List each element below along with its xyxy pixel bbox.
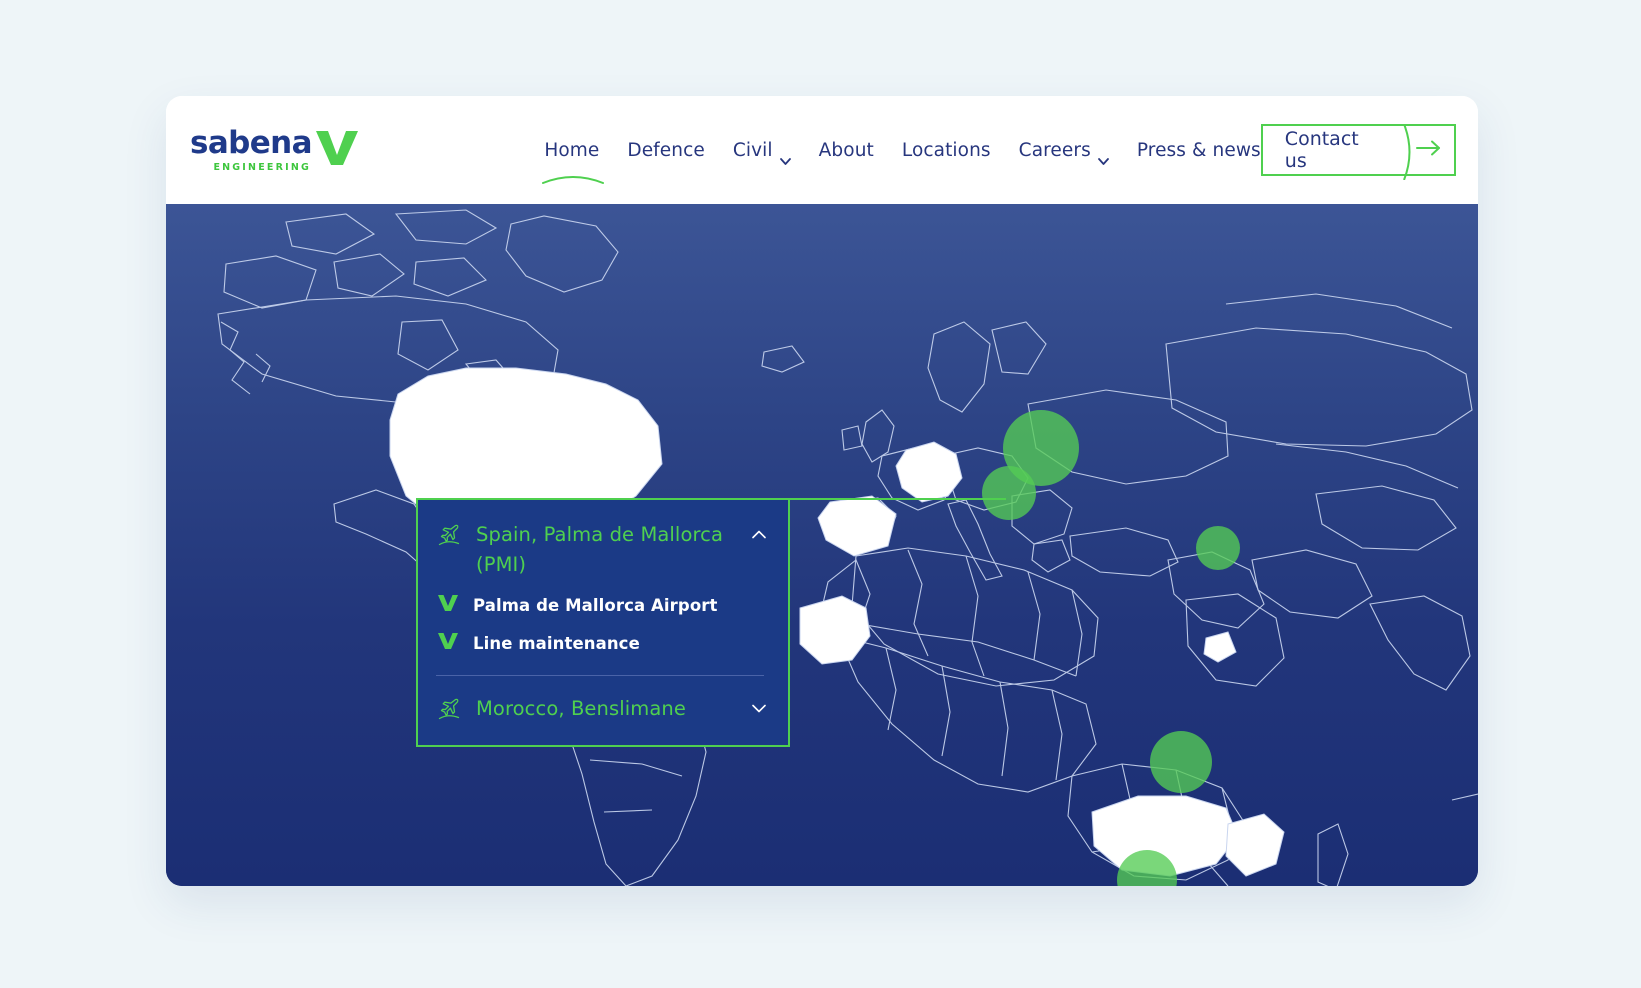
popup-divider [436, 675, 764, 677]
world-map[interactable]: Spain, Palma de Mallorca (PMI) Palma de … [166, 204, 1478, 886]
v-checkmark-icon [437, 594, 459, 617]
site-header: sabena ENGINEERING Home Defence Civil Ab… [166, 96, 1478, 204]
plane-departure-icon [436, 522, 462, 553]
nav-label: Civil [732, 139, 773, 161]
popup-detail-label: Line maintenance [473, 634, 640, 654]
arrow-right-icon [1415, 139, 1442, 162]
v-checkmark-icon [437, 632, 459, 655]
nav-label: Defence [627, 139, 705, 161]
plane-departure-icon [436, 696, 462, 727]
button-divider [1403, 123, 1417, 181]
chevron-up-icon[interactable] [752, 526, 766, 539]
nav-item-home[interactable]: Home [542, 139, 605, 184]
contact-us-label: Contact us [1260, 124, 1404, 176]
map-marker-egypt-middle-east[interactable] [1196, 526, 1240, 570]
nav-label: Press & news [1136, 139, 1261, 161]
nav-label: Careers [1018, 139, 1091, 161]
nav-item-locations[interactable]: Locations [902, 140, 991, 161]
nav-item-defence[interactable]: Defence [627, 140, 705, 161]
contact-us-arrow[interactable] [1403, 123, 1456, 181]
page-root: sabena ENGINEERING Home Defence Civil Ab… [0, 0, 1641, 988]
popup-detail-item: Line maintenance [436, 632, 766, 655]
nav-label: Locations [901, 139, 991, 161]
popup-location-title: Morocco, Benslimane [476, 697, 686, 721]
map-marker-central-africa[interactable] [1150, 731, 1212, 793]
nav-label: About [818, 139, 874, 161]
sabena-engineering-logo[interactable]: sabena ENGINEERING [190, 124, 362, 173]
chevron-down-icon [779, 149, 791, 165]
world-map-svg [166, 204, 1478, 886]
main-navigation: Home Defence Civil About Locations Caree… [542, 139, 1261, 184]
popup-location-spain-palma-de-mallorca[interactable]: Spain, Palma de Mallorca (PMI) [436, 520, 766, 579]
location-popup[interactable]: Spain, Palma de Mallorca (PMI) Palma de … [416, 498, 790, 748]
v-checkmark-icon [314, 129, 360, 172]
contact-us-button[interactable]: Contact us [1260, 123, 1456, 181]
nav-item-about[interactable]: About [819, 140, 874, 161]
logo-tagline: ENGINEERING [213, 161, 311, 173]
nav-item-civil[interactable]: Civil [732, 139, 791, 165]
website-card: sabena ENGINEERING Home Defence Civil Ab… [166, 96, 1478, 886]
popup-location-title: Spain, Palma de Mallorca (PMI) [476, 523, 724, 576]
nav-item-careers[interactable]: Careers [1018, 139, 1109, 165]
chevron-down-icon[interactable] [752, 700, 766, 713]
active-underline [542, 169, 605, 184]
nav-label: Home [544, 139, 600, 161]
map-marker-spain-palma-de-mallorca[interactable] [982, 466, 1036, 520]
nav-item-press-and-news[interactable]: Press & news [1137, 140, 1261, 161]
popup-detail-item: Palma de Mallorca Airport [436, 594, 766, 617]
popup-detail-label: Palma de Mallorca Airport [473, 596, 718, 616]
popup-location-morocco-benslimane[interactable]: Morocco, Benslimane [436, 694, 766, 727]
popup-connector-line [788, 498, 1006, 500]
logo-brand-name: sabena [190, 124, 313, 161]
logo-text: sabena ENGINEERING [190, 124, 313, 173]
chevron-down-icon [1097, 149, 1109, 165]
